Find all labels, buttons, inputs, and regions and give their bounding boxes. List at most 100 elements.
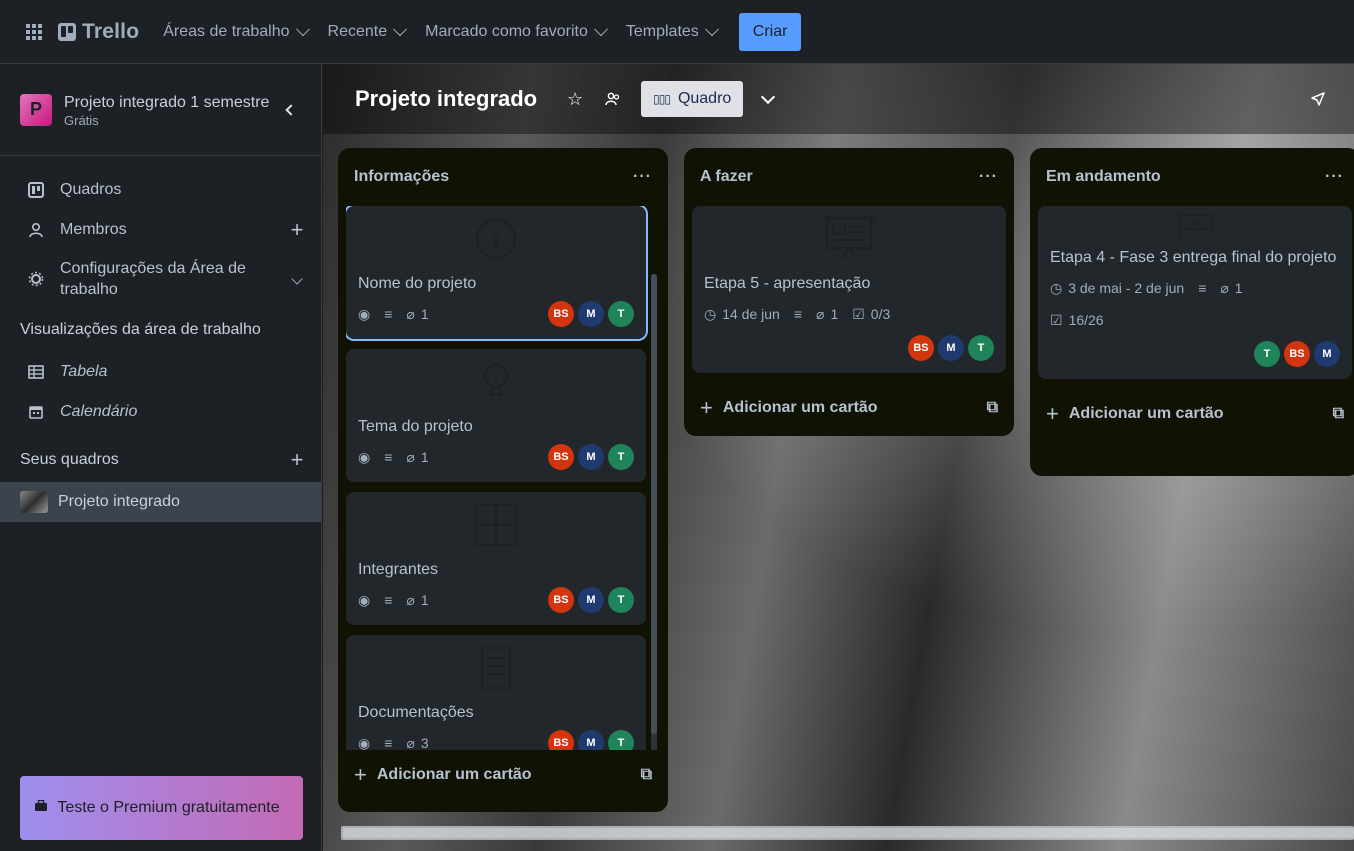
menu-starred[interactable]: Marcado como favorito <box>415 14 616 50</box>
add-card-button[interactable]: + Adicionar um cartão ⧉ <box>692 383 1006 433</box>
list-title[interactable]: A fazer <box>700 168 979 186</box>
template-icon[interactable]: ⧉ <box>1333 405 1344 423</box>
trello-logo[interactable]: Trello <box>58 20 139 44</box>
chevron-down-icon <box>393 21 408 36</box>
description-icon: ≡ <box>384 449 393 465</box>
power-up-rocket-icon[interactable] <box>1302 83 1334 115</box>
card-etapa-4[interactable]: END Etapa 4 - Fase 3 entrega final do pr… <box>1038 206 1352 379</box>
paperclip-icon: ⌀ <box>406 734 415 751</box>
menu-templates[interactable]: Templates <box>616 14 727 50</box>
collapse-sidebar-button[interactable] <box>279 98 303 122</box>
star-icon[interactable]: ☆ <box>559 83 591 115</box>
checklist-count: 16/26 <box>1068 312 1104 328</box>
due-date: 3 de mai - 2 de jun <box>1068 280 1185 296</box>
board-horizontal-scrollbar[interactable] <box>341 826 1354 840</box>
board-view-button[interactable]: ▯▯▯ Quadro <box>641 81 744 117</box>
due-date-badge[interactable]: ◷ 14 de jun <box>704 306 780 323</box>
workspace-sidebar: P Projeto integrado 1 semestre Grátis Qu… <box>0 64 322 851</box>
member-avatar[interactable]: M <box>578 587 604 613</box>
workspace-visibility-icon[interactable] <box>597 83 629 115</box>
card-tema-do-projeto[interactable]: i Tema do projeto ◉ ≡ ⌀ 1 BS M T <box>346 349 646 482</box>
presentation-icon <box>704 206 994 272</box>
card-nome-do-projeto[interactable]: i Nome do projeto ◉ ≡ ⌀ 1 BS M T <box>346 206 646 339</box>
sidebar-item-boards[interactable]: Quadros <box>0 170 321 210</box>
member-avatar[interactable]: T <box>608 444 634 470</box>
add-member-icon[interactable]: + <box>287 217 307 243</box>
chevron-left-icon <box>285 103 297 116</box>
list-menu-icon[interactable]: ··· <box>979 168 998 186</box>
board-scrollbar-thumb[interactable] <box>343 828 1354 838</box>
paperclip-icon: ⌀ <box>406 591 415 608</box>
member-avatar[interactable]: M <box>1314 341 1340 367</box>
sidebar-item-members[interactable]: Membros + <box>0 210 321 250</box>
add-board-icon[interactable]: + <box>287 447 307 473</box>
menu-recent[interactable]: Recente <box>318 14 416 50</box>
premium-trial-button[interactable]: Teste o Premium gratuitamente <box>20 776 303 840</box>
list-menu-icon[interactable]: ··· <box>1325 168 1344 186</box>
calendar-icon <box>26 405 46 419</box>
member-avatar[interactable]: BS <box>908 335 934 361</box>
app-switcher-icon[interactable] <box>18 16 50 48</box>
member-avatar[interactable]: T <box>968 335 994 361</box>
checklist-count: 0/3 <box>870 306 891 322</box>
card-badges: ◷ 3 de mai - 2 de jun ≡ ⌀ 1 <box>1050 275 1340 301</box>
member-avatar[interactable]: BS <box>1284 341 1310 367</box>
card-integrantes[interactable]: Integrantes ◉ ≡ ⌀ 1 BS M T <box>346 492 646 625</box>
list-title[interactable]: Em andamento <box>1046 168 1325 186</box>
member-avatar[interactable]: BS <box>548 730 574 750</box>
create-button[interactable]: Criar <box>738 12 802 51</box>
attachment-badge: ⌀ 1 <box>1220 280 1242 297</box>
info-icon: i <box>358 206 634 272</box>
menu-templates-label: Templates <box>625 22 699 40</box>
card-title: Documentações <box>358 704 474 721</box>
add-card-button[interactable]: + Adicionar um cartão ⧉ <box>346 750 660 800</box>
list-header[interactable]: A fazer ··· <box>692 148 1006 206</box>
member-avatar[interactable]: M <box>578 730 604 750</box>
clock-icon: ◷ <box>704 305 717 322</box>
member-avatar[interactable]: M <box>578 444 604 470</box>
sidebar-board-projeto-integrado[interactable]: Projeto integrado <box>0 482 321 522</box>
card-badges: ◉ ≡ ⌀ 1 BS M T <box>358 444 634 470</box>
due-date-badge[interactable]: ◷ 3 de mai - 2 de jun <box>1050 280 1184 297</box>
list-vertical-scrollbar[interactable] <box>651 274 657 750</box>
list-em-andamento: Em andamento ··· END Etapa 4 - Fase 3 en… <box>1030 148 1354 476</box>
sidebar-item-calendar[interactable]: Calendário <box>0 392 321 432</box>
chevron-down-icon[interactable] <box>761 89 776 105</box>
briefcase-icon <box>34 799 48 817</box>
template-icon[interactable]: ⧉ <box>641 766 652 784</box>
member-avatar[interactable]: BS <box>548 587 574 613</box>
flag-label: END <box>1187 219 1204 228</box>
member-avatar[interactable]: T <box>608 587 634 613</box>
template-icon[interactable]: ⧉ <box>987 399 998 417</box>
menu-starred-label: Marcado como favorito <box>425 22 588 40</box>
member-avatar[interactable]: M <box>938 335 964 361</box>
board-title[interactable]: Projeto integrado <box>355 86 537 112</box>
card-documentacoes[interactable]: Documentações ◉ ≡ ⌀ 3 BS M T <box>346 635 646 750</box>
card-etapa-5[interactable]: Etapa 5 - apresentação ◷ 14 de jun ≡ ⌀ 1 ☑… <box>692 206 1006 373</box>
list-informacoes: Informações ··· i Nome do projeto ◉ ≡ ⌀ 1… <box>338 148 668 812</box>
gear-icon <box>26 271 46 287</box>
list-title[interactable]: Informações <box>354 168 633 186</box>
sidebar-item-settings[interactable]: Configurações da Área de trabalho <box>0 250 321 308</box>
menu-workspaces-label: Áreas de trabalho <box>163 22 290 40</box>
member-avatar[interactable]: BS <box>548 444 574 470</box>
list-menu-icon[interactable]: ··· <box>633 168 652 186</box>
plus-icon: + <box>354 762 367 787</box>
menu-workspaces[interactable]: Áreas de trabalho <box>153 14 317 50</box>
member-avatar[interactable]: M <box>578 301 604 327</box>
member-avatar[interactable]: BS <box>548 301 574 327</box>
member-avatar[interactable]: T <box>1254 341 1280 367</box>
member-avatar[interactable]: T <box>608 301 634 327</box>
list-scrollbar-thumb[interactable] <box>651 274 657 734</box>
member-avatar[interactable]: T <box>608 730 634 750</box>
attachment-count: 1 <box>1234 280 1243 296</box>
board-icon <box>26 182 46 198</box>
list-header[interactable]: Informações ··· <box>346 148 660 206</box>
board-view-icon: ▯▯▯ <box>653 92 671 106</box>
list-header[interactable]: Em andamento ··· <box>1038 148 1352 206</box>
attachment-badge: ⌀ 3 <box>406 735 428 751</box>
add-card-button[interactable]: + Adicionar um cartão ⧉ <box>1038 389 1352 439</box>
sidebar-item-label: Membros <box>60 221 127 238</box>
sidebar-item-table[interactable]: Tabela <box>0 352 321 392</box>
trello-logo-icon <box>58 22 76 41</box>
